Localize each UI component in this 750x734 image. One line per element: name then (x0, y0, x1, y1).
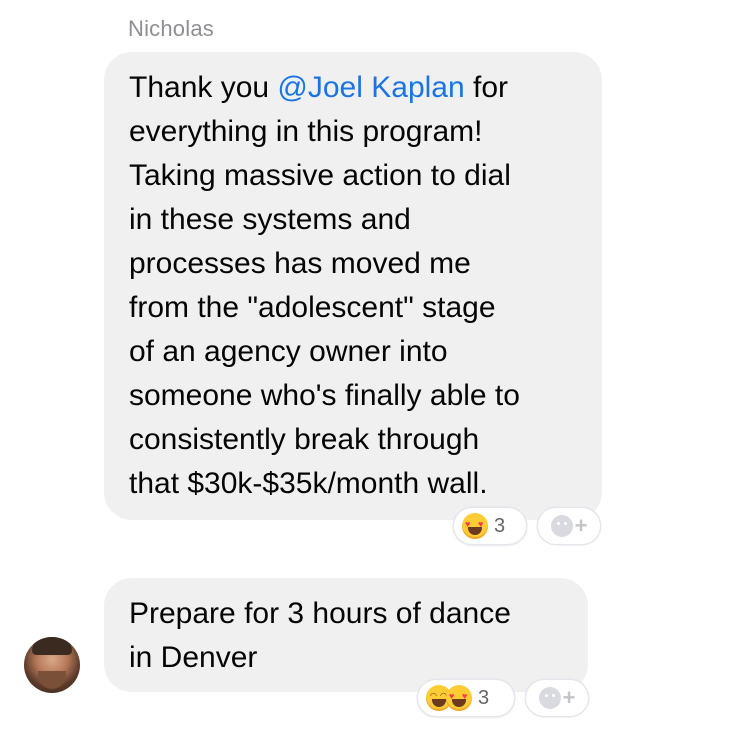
plus-icon: + (574, 513, 588, 538)
reaction-pill[interactable]: ◠ ◠ ♥ ♥ 3 (418, 680, 514, 716)
message-line: Taking massive action to dial (129, 159, 511, 192)
message-line: of an agency owner into (129, 335, 448, 368)
message-line: processes has moved me (129, 247, 471, 280)
add-reaction-button[interactable]: + (526, 680, 588, 716)
heart-eyes-emoji-icon: ♥ ♥ (446, 685, 472, 711)
message-line: that $30k-$35k/month wall. (129, 467, 488, 500)
message-bubble[interactable]: Prepare for 3 hours of dance in Denver (104, 578, 588, 692)
reaction-count: 3 (494, 514, 506, 537)
plus-icon: + (562, 685, 576, 710)
message-line: everything in this program! (129, 115, 483, 148)
reaction-pill[interactable]: ♥ ♥ 3 (454, 508, 526, 544)
message-line: from the "adolescent" stage (129, 291, 496, 324)
reaction-count: 3 (478, 686, 490, 709)
heart-eyes-emoji-icon: ♥ ♥ (462, 513, 488, 539)
message-line: consistently break through (129, 423, 480, 456)
message-bubble[interactable]: Thank you @Joel Kaplan for everything in… (104, 52, 602, 520)
smile-icon (550, 515, 573, 537)
message-line: Thank you @Joel Kaplan for (129, 71, 509, 104)
message-line: in these systems and (129, 203, 411, 236)
message-line: someone who's finally able to (129, 379, 520, 412)
smile-icon (538, 687, 561, 709)
mention-link[interactable]: @Joel Kaplan (277, 71, 464, 104)
message-line: Prepare for 3 hours of dance (129, 597, 511, 630)
add-reaction-button[interactable]: + (538, 508, 600, 544)
message-line: in Denver (129, 641, 258, 674)
avatar[interactable] (24, 637, 80, 693)
sender-name: Nicholas (128, 16, 214, 41)
